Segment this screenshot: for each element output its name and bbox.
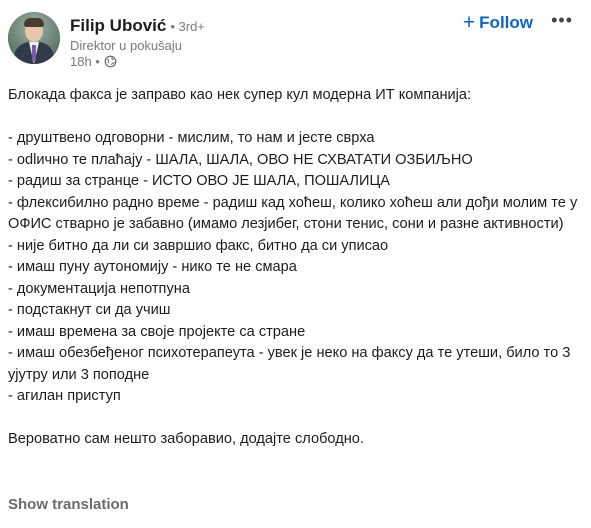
author-name[interactable]: Filip Ubović xyxy=(70,16,166,36)
globe-icon xyxy=(104,55,117,68)
post-item: - документација непотпуна xyxy=(8,280,190,297)
avatar[interactable] xyxy=(8,12,60,64)
follow-button[interactable]: + Follow xyxy=(463,12,533,33)
post-time-text: 18h • xyxy=(70,54,100,69)
post-item: - имаш обезбеђеног психотерапеута - увек… xyxy=(8,345,571,383)
post-item: - odlично те плаћају - ШАЛА, ШАЛА, ОВО Н… xyxy=(8,151,473,168)
follow-label: Follow xyxy=(479,12,533,32)
post-item: - подстакнут си да учиш xyxy=(8,302,171,318)
post-item: - радиш за странце - ИСТО ОВО ЈЕ ШАЛА, П… xyxy=(8,173,391,189)
post-item: - друштвено одговорни - мислим, то нам и… xyxy=(8,130,375,146)
post-outro: Вероватно сам нешто заборавио, додајте с… xyxy=(8,431,364,447)
post-item: - агилан приступ xyxy=(8,388,121,404)
post-body: Блокада факса је заправо као нек супер к… xyxy=(8,85,586,451)
post-item: - није битно да ли си завршио факс, битн… xyxy=(8,237,389,254)
post-item: - имаш пуну аутономију - нико те не смар… xyxy=(8,259,297,275)
post-item: - флексибилно радно време - радиш кад хо… xyxy=(8,194,578,233)
post-intro: Блокада факса је заправо као нек супер к… xyxy=(8,87,472,103)
author-title: Direktor u pokušaju xyxy=(70,38,182,53)
more-options-icon[interactable]: ••• xyxy=(551,10,573,31)
post-header: Filip Ubović • 3rd+ Direktor u pokušaju … xyxy=(8,10,583,70)
author-line: Filip Ubović • 3rd+ xyxy=(70,16,205,36)
plus-icon: + xyxy=(462,11,476,34)
show-translation-link[interactable]: Show translation xyxy=(8,496,129,513)
connection-degree: • 3rd+ xyxy=(170,19,205,34)
post-time: 18h • xyxy=(70,54,117,69)
post-item: - имаш времена за своје пројекте са стра… xyxy=(8,323,306,340)
